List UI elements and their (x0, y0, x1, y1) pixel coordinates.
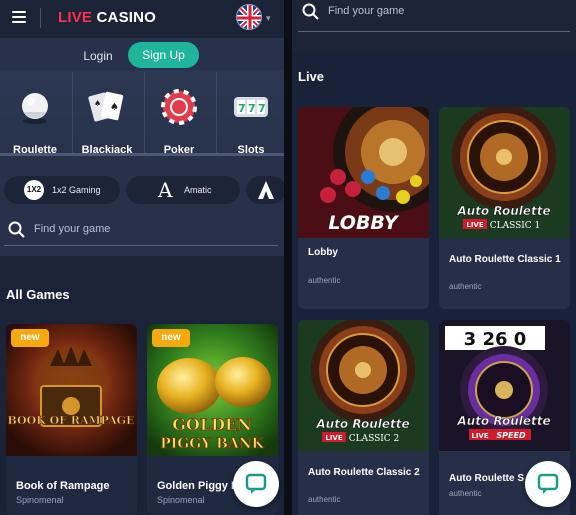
roulette-ball-icon (22, 93, 48, 124)
section-title-all-games: All Games (6, 287, 70, 302)
category-poker[interactable]: Poker (144, 70, 214, 158)
game-provider: Spinomenal (157, 495, 205, 505)
svg-text:7: 7 (238, 102, 246, 115)
hamburger-icon[interactable] (12, 11, 26, 23)
game-thumbnail: LOBBY (298, 107, 429, 238)
game-title: Auto Roulette Classic 2 (308, 467, 420, 478)
game-art-title: GOLDEN (172, 415, 252, 434)
site-logo[interactable]: LIVE CASINO (58, 9, 156, 26)
svg-text:7: 7 (258, 102, 266, 115)
provider-amatic[interactable]: A Amatic (126, 176, 240, 204)
game-provider: authentic (449, 282, 482, 291)
login-button[interactable]: Login (70, 45, 126, 67)
chat-button[interactable] (525, 461, 571, 507)
game-provider: authentic (308, 276, 341, 285)
game-art-subtitle: CLASSIC 1 (490, 221, 541, 231)
game-provider: Spinomenal (16, 495, 64, 505)
header-divider (40, 8, 41, 28)
section-title-live: Live (298, 69, 325, 84)
category-bar: Roulette ♠ ♠ Blackjack Poker 7 7 7 Slots (0, 70, 284, 158)
game-art-title: Auto Roulette (456, 204, 550, 218)
provider-label: 1x2 Gaming (52, 185, 101, 195)
chat-icon (537, 473, 559, 494)
cards-icon: ♠ ♠ (88, 91, 124, 122)
slot-777-icon: 7 7 7 (234, 97, 268, 117)
svg-text:♠: ♠ (94, 99, 101, 108)
provider-bar: 1X2 1x2 Gaming A Amatic (0, 176, 284, 206)
auth-buttons: Login Sign Up (0, 42, 284, 68)
game-art-title: Auto Roulette (456, 414, 550, 428)
game-art-subtitle: PIGGY BANK (160, 436, 264, 452)
logo-live: LIVE (58, 9, 93, 26)
game-art-title: LOBBY (328, 212, 400, 234)
provider-logo-icon (258, 181, 274, 199)
game-art-numbers: 3 26 0 (464, 329, 527, 350)
search-icon (302, 3, 319, 20)
search-bar[interactable]: Find your game (4, 216, 278, 246)
game-provider: authentic (308, 495, 341, 504)
new-badge: new (11, 329, 49, 347)
search-input[interactable]: Find your game (328, 5, 404, 17)
game-card-lobby[interactable]: LOBBY Lobby authentic (298, 107, 429, 309)
game-title: Book of Rampage (16, 480, 110, 492)
chat-button[interactable] (233, 461, 279, 507)
provider-next[interactable] (246, 176, 284, 204)
search-bar[interactable]: Find your game (298, 0, 570, 32)
uk-flag-icon[interactable] (236, 4, 262, 30)
logo-casino: CASINO (96, 9, 157, 26)
right-screen: Find your game Live LOBBY Lobby authenti… (292, 0, 576, 515)
chevron-down-icon[interactable]: ▾ (266, 13, 271, 24)
game-title: Golden Piggy B (157, 480, 239, 492)
category-slots[interactable]: 7 7 7 Slots (216, 70, 284, 158)
provider-label: Amatic (184, 185, 212, 195)
screen-divider (284, 0, 292, 515)
amatic-logo: A (158, 178, 173, 202)
svg-text:7: 7 (248, 102, 256, 115)
live-tag: LIVE (325, 434, 342, 442)
provider-1x2-gaming[interactable]: 1X2 1x2 Gaming (4, 176, 120, 204)
top-bar: LIVE CASINO ▾ (0, 0, 284, 38)
chat-icon (245, 473, 267, 494)
svg-text:♠: ♠ (110, 102, 119, 113)
search-icon (8, 221, 25, 238)
game-card-auto-roulette-classic-2[interactable]: Auto Roulette LIVE CLASSIC 2 Auto Roulet… (298, 320, 429, 515)
category-scroll-track (0, 153, 284, 156)
game-provider: authentic (449, 489, 482, 498)
game-card-auto-roulette-classic-1[interactable]: Auto Roulette LIVE CLASSIC 1 Auto Roulet… (439, 107, 570, 309)
game-thumbnail: Auto Roulette LIVE CLASSIC 2 (298, 320, 429, 451)
game-art-title: Auto Roulette (315, 417, 409, 431)
live-tag: LIVE (466, 221, 483, 229)
game-card-book-of-rampage[interactable]: BOOK OF RAMPAGE new Book of Rampage Spin… (6, 324, 137, 515)
game-thumbnail: Auto Roulette LIVE CLASSIC 1 (439, 107, 570, 238)
category-blackjack[interactable]: ♠ ♠ Blackjack (72, 70, 142, 158)
game-art-subtitle: SPEED (496, 431, 526, 440)
game-art-title: BOOK OF RAMPAGE (8, 414, 135, 427)
provider-logo: 1X2 (24, 180, 44, 200)
game-art-subtitle: CLASSIC 2 (349, 434, 400, 444)
signup-button[interactable]: Sign Up (128, 42, 199, 68)
game-thumbnail: 3 26 0 Auto Roulette LIVE SPEED (439, 320, 570, 451)
game-title: Auto Roulette S (449, 473, 524, 484)
left-screen: LIVE CASINO ▾ Login Sign Up Roulette ♠ ♠… (0, 0, 284, 515)
search-input[interactable]: Find your game (34, 223, 110, 235)
live-tag: LIVE (471, 432, 488, 440)
game-title: Auto Roulette Classic 1 (449, 254, 561, 265)
category-roulette[interactable]: Roulette (0, 70, 70, 158)
game-title: Lobby (308, 247, 338, 258)
poker-chip-icon (161, 89, 197, 125)
new-badge: new (152, 329, 190, 347)
